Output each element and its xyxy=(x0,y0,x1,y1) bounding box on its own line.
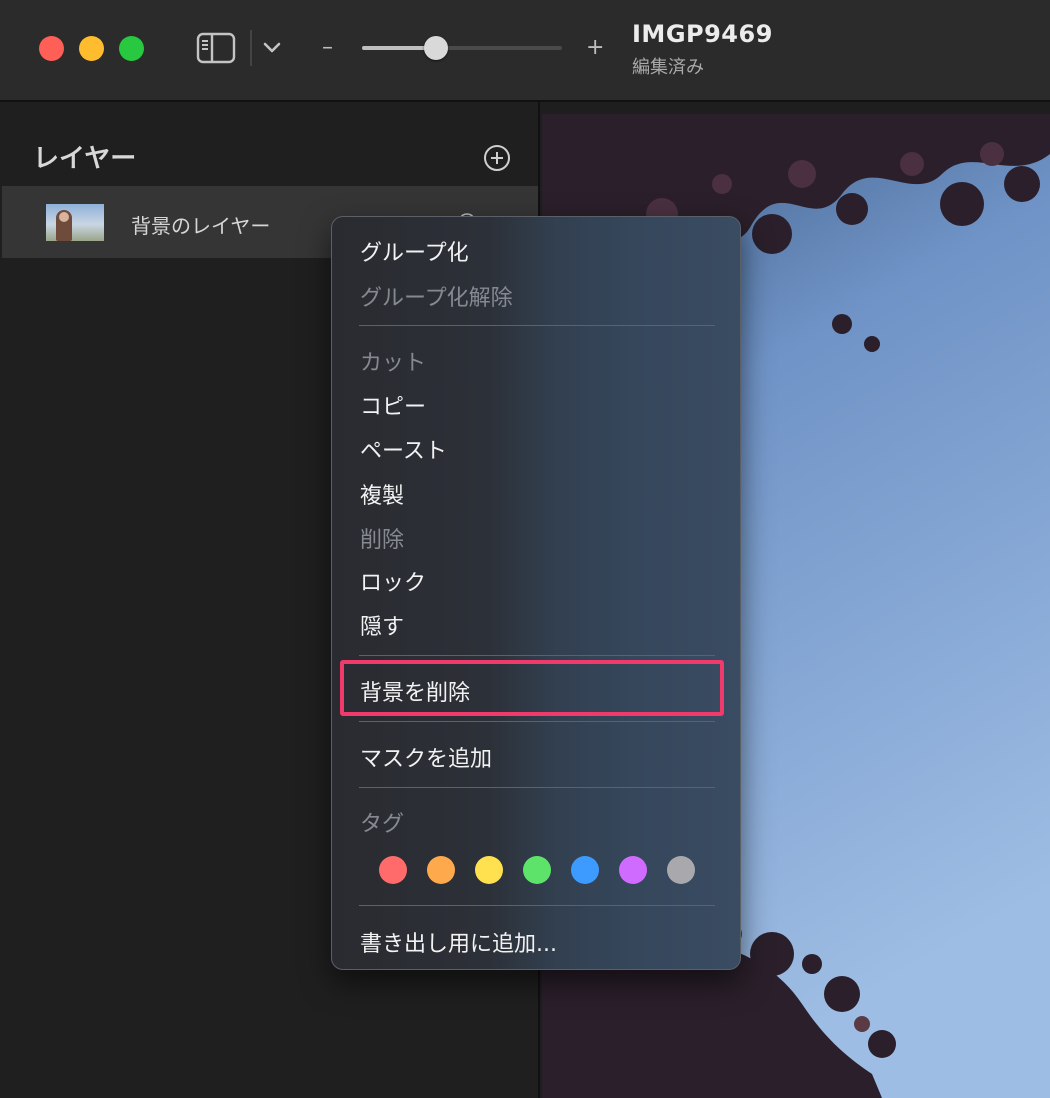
menu-item-duplicate[interactable]: 複製 xyxy=(360,478,404,510)
tag-yellow-button[interactable] xyxy=(475,856,503,884)
menu-section-tags: タグ xyxy=(360,812,405,837)
menu-separator xyxy=(359,787,715,788)
menu-item-add-to-export[interactable]: 書き出し用に追加... xyxy=(360,926,557,958)
menu-separator xyxy=(359,721,715,722)
app-window: – + IMGP9469 編集済み レイヤー 背景のレイヤー グループ化 グルー… xyxy=(0,0,1050,1098)
chevron-down-icon[interactable] xyxy=(262,38,282,58)
menu-item-group[interactable]: グループ化 xyxy=(360,235,469,267)
zoom-window-button[interactable] xyxy=(119,36,144,61)
sidebar-toggle-icon[interactable] xyxy=(196,32,236,64)
layer-name: 背景のレイヤー xyxy=(131,214,271,238)
tag-green-button[interactable] xyxy=(523,856,551,884)
menu-item-copy[interactable]: コピー xyxy=(360,389,426,421)
tag-orange-button[interactable] xyxy=(427,856,455,884)
menu-item-lock[interactable]: ロック xyxy=(360,565,426,597)
layers-heading: レイヤー xyxy=(33,144,137,174)
menu-item-cut: カット xyxy=(360,351,427,376)
toolbar-divider xyxy=(250,30,252,66)
zoom-slider-knob[interactable] xyxy=(424,36,448,60)
minimize-window-button[interactable] xyxy=(79,36,104,61)
menu-item-delete: 削除 xyxy=(360,528,405,553)
zoom-slider[interactable] xyxy=(362,46,562,50)
layer-thumbnail xyxy=(46,204,104,241)
tag-purple-button[interactable] xyxy=(619,856,647,884)
tag-red-button[interactable] xyxy=(379,856,407,884)
tag-gray-button[interactable] xyxy=(667,856,695,884)
zoom-in-button[interactable]: + xyxy=(586,34,604,62)
menu-item-remove-background[interactable]: 背景を削除 xyxy=(360,675,470,707)
close-window-button[interactable] xyxy=(39,36,64,61)
context-menu: グループ化 グループ化解除 カット コピー ペースト 複製 削除 ロック 隠す … xyxy=(331,216,741,970)
menu-item-add-mask[interactable]: マスクを追加 xyxy=(360,741,492,773)
tag-blue-button[interactable] xyxy=(571,856,599,884)
title-bar: – + IMGP9469 編集済み xyxy=(0,0,1050,102)
menu-item-paste[interactable]: ペースト xyxy=(360,433,447,465)
zoom-out-button[interactable]: – xyxy=(322,34,333,62)
thumbnail-face xyxy=(59,212,69,222)
add-layer-icon[interactable] xyxy=(483,144,511,172)
menu-separator xyxy=(359,655,715,656)
menu-separator xyxy=(359,905,715,906)
document-status: 編集済み xyxy=(632,57,704,78)
menu-separator xyxy=(359,325,715,326)
menu-item-ungroup: グループ化解除 xyxy=(360,286,513,311)
menu-item-hide[interactable]: 隠す xyxy=(360,609,404,641)
document-title: IMGP9469 xyxy=(632,20,773,48)
